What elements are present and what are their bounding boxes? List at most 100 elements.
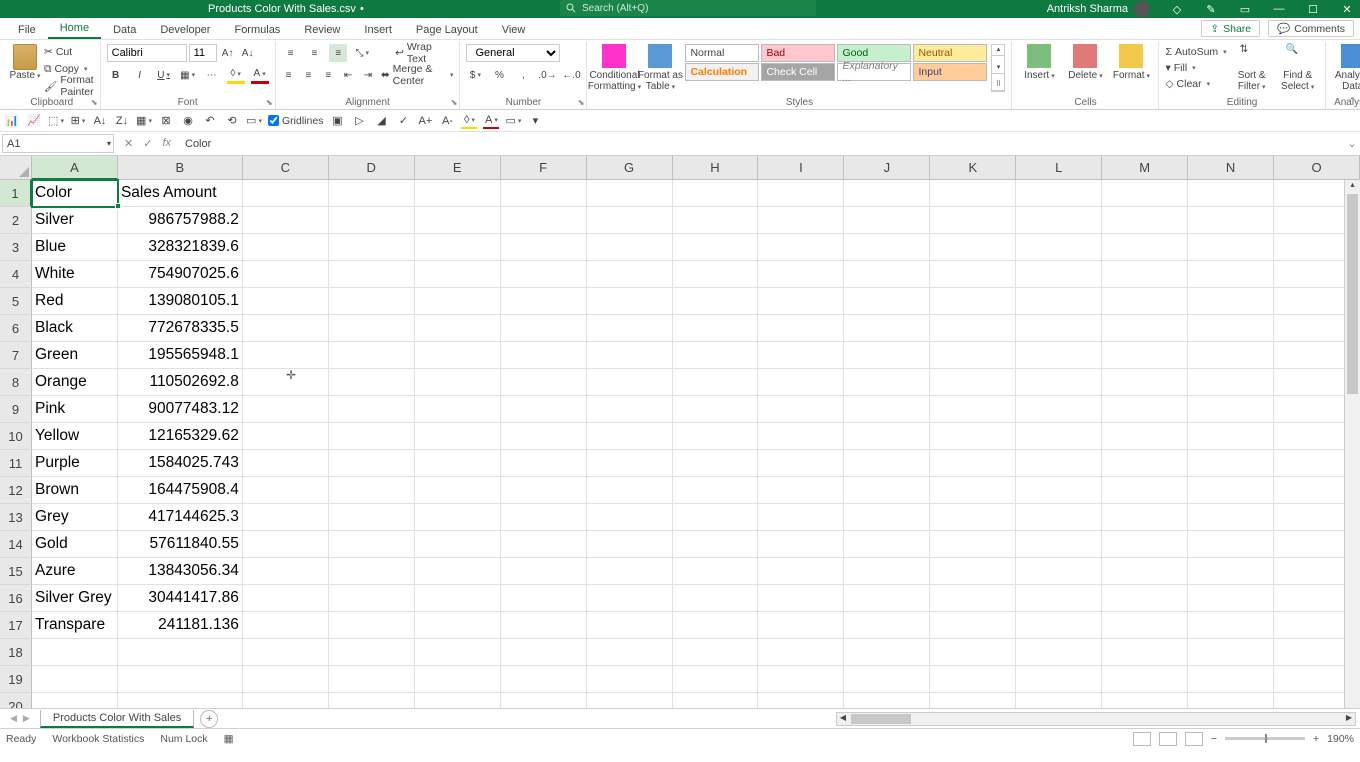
cell-H8[interactable] (673, 369, 759, 396)
cell-G11[interactable] (587, 450, 673, 477)
row-header-8[interactable]: 8 (0, 369, 32, 396)
cell-J10[interactable] (844, 423, 930, 450)
cell-J3[interactable] (844, 234, 930, 261)
cell-A1[interactable]: Color (32, 180, 118, 207)
qat-icon-12[interactable]: ▭ (246, 113, 262, 129)
format-cells-button[interactable]: Format (1110, 44, 1152, 81)
select-all-corner[interactable] (0, 156, 32, 180)
cell-D2[interactable] (329, 207, 415, 234)
cell-N2[interactable] (1188, 207, 1274, 234)
row-header-13[interactable]: 13 (0, 504, 32, 531)
cell-A2[interactable]: Silver (32, 207, 118, 234)
cell-L13[interactable] (1016, 504, 1102, 531)
cell-E8[interactable] (415, 369, 501, 396)
cell-I3[interactable] (758, 234, 844, 261)
cell-J9[interactable] (844, 396, 930, 423)
vertical-scrollbar[interactable]: ▴ (1344, 180, 1360, 708)
cell-E6[interactable] (415, 315, 501, 342)
page-break-view-button[interactable] (1185, 732, 1203, 746)
row-header-18[interactable]: 18 (0, 639, 32, 666)
cell-E17[interactable] (415, 612, 501, 639)
cell-J18[interactable] (844, 639, 930, 666)
gridlines-toggle[interactable]: Gridlines (268, 115, 323, 127)
search-box[interactable]: Search (Alt+Q) (560, 0, 816, 16)
cell-L2[interactable] (1016, 207, 1102, 234)
cell-G7[interactable] (587, 342, 673, 369)
cell-B2[interactable]: 986757988.2 (118, 207, 243, 234)
column-header-I[interactable]: I (758, 156, 844, 180)
cell-G3[interactable] (587, 234, 673, 261)
cell-N15[interactable] (1188, 558, 1274, 585)
column-header-L[interactable]: L (1016, 156, 1102, 180)
cell-C15[interactable] (243, 558, 329, 585)
cell-B17[interactable]: 241181.136 (118, 612, 243, 639)
cell-M3[interactable] (1102, 234, 1188, 261)
cell-J19[interactable] (844, 666, 930, 693)
zoom-slider[interactable] (1225, 737, 1305, 740)
cell-L1[interactable] (1016, 180, 1102, 207)
cells-area[interactable]: ColorSales AmountSilver986757988.2Blue32… (32, 180, 1360, 708)
qat-icon-1[interactable]: 📊 (4, 113, 20, 129)
tab-data[interactable]: Data (101, 21, 148, 39)
hscroll-thumb[interactable] (851, 714, 911, 724)
column-header-C[interactable]: C (243, 156, 329, 180)
qat-icon-4[interactable]: ⊞ (70, 113, 86, 129)
cell-K16[interactable] (930, 585, 1016, 612)
cell-I10[interactable] (758, 423, 844, 450)
cell-H13[interactable] (673, 504, 759, 531)
column-header-H[interactable]: H (673, 156, 759, 180)
cell-A20[interactable] (32, 693, 118, 708)
cell-M6[interactable] (1102, 315, 1188, 342)
cell-L14[interactable] (1016, 531, 1102, 558)
cell-I2[interactable] (758, 207, 844, 234)
cell-D9[interactable] (329, 396, 415, 423)
cell-L18[interactable] (1016, 639, 1102, 666)
cell-C3[interactable] (243, 234, 329, 261)
font-size-select[interactable] (189, 44, 217, 62)
cell-J13[interactable] (844, 504, 930, 531)
cell-H9[interactable] (673, 396, 759, 423)
sheet-tab-active[interactable]: Products Color With Sales (40, 710, 194, 728)
tab-view[interactable]: View (490, 21, 538, 39)
cell-N12[interactable] (1188, 477, 1274, 504)
column-header-O[interactable]: O (1274, 156, 1360, 180)
cell-H17[interactable] (673, 612, 759, 639)
cell-M13[interactable] (1102, 504, 1188, 531)
cell-I17[interactable] (758, 612, 844, 639)
cell-N20[interactable] (1188, 693, 1274, 708)
cell-H12[interactable] (673, 477, 759, 504)
qat-icon-11[interactable]: ⟲ (224, 113, 240, 129)
cell-N8[interactable] (1188, 369, 1274, 396)
decrease-decimal-icon[interactable]: ←.0 (562, 66, 580, 84)
qat-icon-19[interactable]: ▭ (505, 113, 521, 129)
cell-L15[interactable] (1016, 558, 1102, 585)
cell-C1[interactable] (243, 180, 329, 207)
cell-F17[interactable] (501, 612, 587, 639)
cell-D20[interactable] (329, 693, 415, 708)
cell-L17[interactable] (1016, 612, 1102, 639)
cell-M2[interactable] (1102, 207, 1188, 234)
cell-D10[interactable] (329, 423, 415, 450)
find-select-button[interactable]: 🔍Find & Select (1277, 44, 1319, 92)
cell-K9[interactable] (930, 396, 1016, 423)
cell-F4[interactable] (501, 261, 587, 288)
zoom-out-button[interactable]: − (1211, 733, 1217, 745)
cell-G17[interactable] (587, 612, 673, 639)
cell-L6[interactable] (1016, 315, 1102, 342)
cell-K18[interactable] (930, 639, 1016, 666)
cell-D1[interactable] (329, 180, 415, 207)
cell-M10[interactable] (1102, 423, 1188, 450)
cell-A4[interactable]: White (32, 261, 118, 288)
cell-G1[interactable] (587, 180, 673, 207)
cell-B5[interactable]: 139080105.1 (118, 288, 243, 315)
font-name-select[interactable] (107, 44, 187, 62)
zoom-level[interactable]: 190% (1327, 733, 1354, 745)
cell-B11[interactable]: 1584025.743 (118, 450, 243, 477)
qat-icon-13[interactable]: ▣ (329, 113, 345, 129)
cell-F7[interactable] (501, 342, 587, 369)
italic-button[interactable]: I (131, 66, 149, 84)
cell-E9[interactable] (415, 396, 501, 423)
cell-E12[interactable] (415, 477, 501, 504)
cell-D13[interactable] (329, 504, 415, 531)
cell-G10[interactable] (587, 423, 673, 450)
